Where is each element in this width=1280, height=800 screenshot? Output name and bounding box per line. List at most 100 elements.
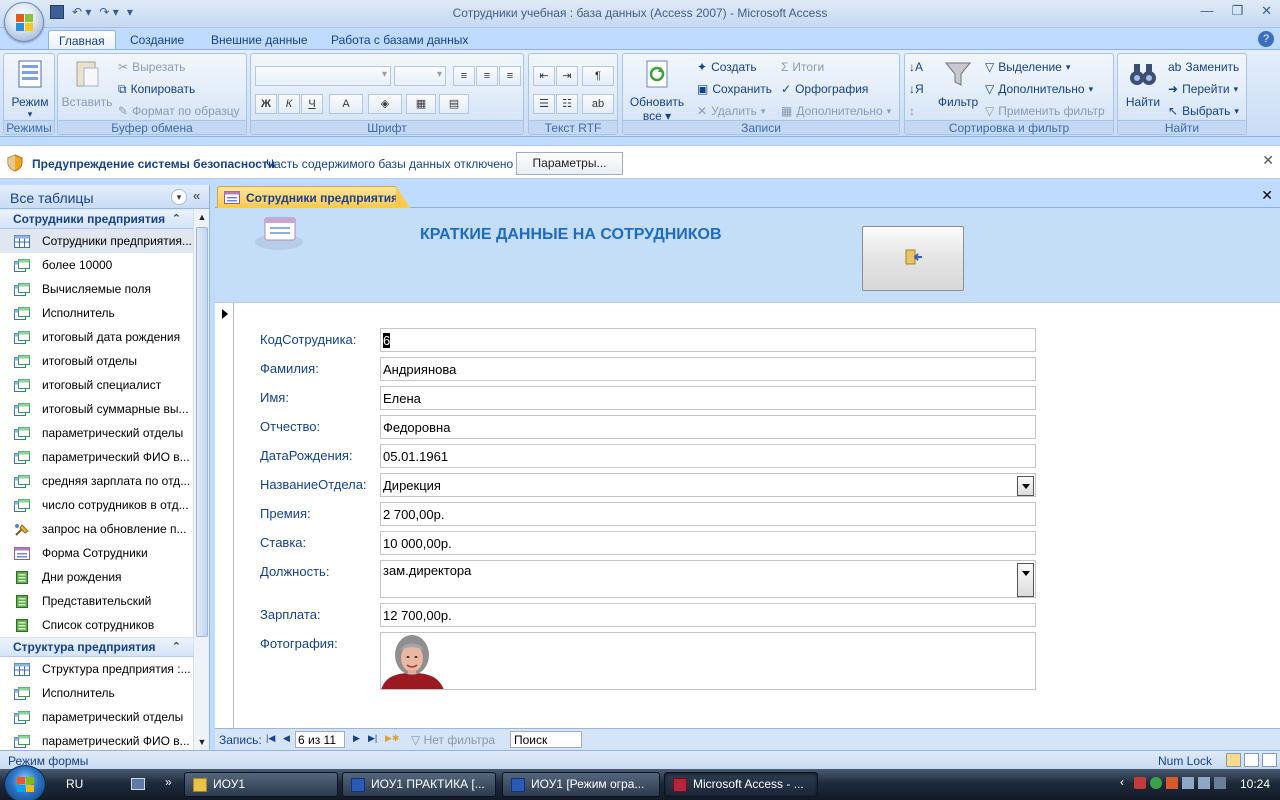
replace-button[interactable]: ab Заменить <box>1168 58 1239 76</box>
alternate-fill-button[interactable]: ▤ <box>439 94 469 114</box>
design-view-icon[interactable] <box>1262 753 1277 767</box>
first-name-field[interactable]: Елена <box>380 386 1036 410</box>
records-more-button[interactable]: ▦ Дополнительно ▾ <box>781 102 891 120</box>
taskbar-item-word-2[interactable]: ИОУ1 [Режим огра... <box>502 772 660 797</box>
fill-color-button[interactable]: ◈ <box>368 94 402 114</box>
align-left-button[interactable]: ≡ <box>453 66 475 86</box>
nav-item[interactable]: Вычисляемые поля <box>0 277 193 301</box>
close-form-button[interactable] <box>862 226 964 291</box>
filter-button[interactable]: Фильтр <box>933 58 983 109</box>
first-record-icon[interactable]: |◀ <box>266 733 275 744</box>
no-filter-indicator[interactable]: ▽ Нет фильтра <box>411 733 495 747</box>
clear-sort-button[interactable]: ↕ <box>909 102 915 120</box>
usb-icon[interactable] <box>1214 777 1226 789</box>
volume-icon[interactable] <box>1198 777 1210 789</box>
decrease-indent-button[interactable]: ⇤ <box>533 66 555 86</box>
position-dropdown-icon[interactable] <box>1017 563 1034 597</box>
record-search-input[interactable]: Поиск <box>510 731 582 748</box>
chevron-up-icon[interactable]: ⌃ <box>172 210 181 229</box>
nav-item[interactable]: параметрический ФИО в... <box>0 729 193 750</box>
nav-pane-collapse-icon[interactable]: « <box>193 188 200 203</box>
save-record-button[interactable]: ▣ Сохранить <box>697 80 772 98</box>
nav-group-header[interactable]: Сотрудники предприятия ⌃ <box>0 209 193 229</box>
sort-descending-button[interactable]: ↓Я <box>909 80 924 98</box>
highlight-button[interactable]: ab <box>582 94 614 114</box>
nav-item[interactable]: Список сотрудников <box>0 613 193 637</box>
employee-id-field[interactable]: 6 <box>380 328 1036 352</box>
nav-pane-header[interactable]: Все таблицы ▾ « <box>0 185 209 209</box>
sort-ascending-button[interactable]: ↓A <box>909 58 923 76</box>
align-center-button[interactable]: ≡ <box>476 66 498 86</box>
show-desktop-icon[interactable] <box>131 778 145 790</box>
cut-button[interactable]: ✂ Вырезать <box>118 58 185 76</box>
nav-pane-menu-icon[interactable]: ▾ <box>171 189 187 205</box>
find-button[interactable]: Найти <box>1120 58 1166 109</box>
selection-button[interactable]: ▽ Выделение ▾ <box>985 58 1070 76</box>
nav-item[interactable]: Структура предприятия :... <box>0 657 193 681</box>
nav-item[interactable]: итоговый отделы <box>0 349 193 373</box>
scroll-up-icon[interactable]: ▲ <box>194 209 209 225</box>
rate-field[interactable]: 10 000,00р. <box>380 531 1036 555</box>
nav-item[interactable]: Дни рождения <box>0 565 193 589</box>
help-icon[interactable]: ? <box>1258 31 1274 47</box>
antivirus-icon[interactable] <box>1134 777 1146 789</box>
department-combo[interactable]: Дирекция <box>380 473 1036 497</box>
clock[interactable]: 10:24 <box>1240 777 1270 791</box>
security-bar-close-icon[interactable]: ✕ <box>1262 152 1274 169</box>
view-button[interactable]: Режим ▾ <box>8 58 52 120</box>
last-name-field[interactable]: Андриянова <box>380 357 1036 381</box>
security-options-button[interactable]: Параметры... <box>516 152 623 175</box>
bullets-button[interactable]: ☰ <box>533 94 555 114</box>
spelling-button[interactable]: ✓ Орфография <box>781 80 868 98</box>
start-button[interactable] <box>4 765 46 800</box>
totals-button[interactable]: Σ Итоги <box>781 58 824 76</box>
nav-item[interactable]: Исполнитель <box>0 301 193 325</box>
scroll-down-icon[interactable]: ▼ <box>194 734 209 750</box>
underline-button[interactable]: Ч <box>301 94 323 114</box>
security-center-icon[interactable] <box>1166 777 1178 789</box>
birth-date-field[interactable]: 05.01.1961 <box>380 444 1036 468</box>
close-button[interactable]: ✕ <box>1261 3 1272 19</box>
nav-item[interactable]: параметрический отделы <box>0 705 193 729</box>
nav-item[interactable]: Форма Сотрудники <box>0 541 193 565</box>
document-tab[interactable]: Сотрудники предприятия <box>217 186 410 208</box>
language-indicator[interactable]: RU <box>66 777 83 791</box>
nav-item[interactable]: параметрический ФИО в... <box>0 445 193 469</box>
nav-item[interactable]: число сотрудников в отд... <box>0 493 193 517</box>
nav-item[interactable]: Представительский <box>0 589 193 613</box>
datasheet-view-icon[interactable] <box>1244 753 1259 767</box>
network-status-icon[interactable] <box>1150 777 1162 789</box>
new-record-nav-icon[interactable]: ▶✱ <box>385 733 399 744</box>
current-record-field[interactable]: 6 из 11 <box>295 731 345 748</box>
patronymic-field[interactable]: Федоровна <box>380 415 1036 439</box>
nav-item[interactable]: Сотрудники предприятия... <box>0 229 193 253</box>
nav-item[interactable]: Исполнитель <box>0 681 193 705</box>
bonus-field[interactable]: 2 700,00р. <box>380 502 1036 526</box>
apply-filter-button[interactable]: ▽ Применить фильтр <box>985 102 1105 120</box>
taskbar-item-word-1[interactable]: ИОУ1 ПРАКТИКА [... <box>342 772 496 797</box>
nav-item[interactable]: средняя зарплата по отд... <box>0 469 193 493</box>
department-dropdown-icon[interactable] <box>1017 476 1034 496</box>
paragraph-button[interactable]: ¶ <box>582 66 614 86</box>
bold-button[interactable]: Ж <box>255 94 277 114</box>
nav-item[interactable]: итоговый специалист <box>0 373 193 397</box>
record-selector[interactable] <box>215 303 234 728</box>
restore-button[interactable]: ❐ <box>1231 3 1243 19</box>
nav-item[interactable]: параметрический отделы <box>0 421 193 445</box>
goto-button[interactable]: ➜ Перейти ▾ <box>1168 80 1238 98</box>
last-record-icon[interactable]: ▶| <box>368 733 377 744</box>
increase-indent-button[interactable]: ⇥ <box>556 66 578 86</box>
taskbar-item-access[interactable]: Microsoft Access - ... <box>664 772 818 797</box>
nav-group-header[interactable]: Структура предприятия ⌃ <box>0 637 193 657</box>
new-record-button[interactable]: ✦ Создать <box>697 58 757 76</box>
format-painter-button[interactable]: ✎ Формат по образцу <box>118 102 240 120</box>
taskbar-item-folder[interactable]: ИОУ1 <box>184 772 338 797</box>
monitor-icon[interactable] <box>1182 777 1194 789</box>
position-combo[interactable]: зам.директора <box>380 560 1036 598</box>
next-record-icon[interactable]: ▶ <box>353 733 360 744</box>
gridlines-button[interactable]: ▦ <box>406 94 436 114</box>
minimize-button[interactable]: — <box>1200 3 1213 19</box>
numbering-button[interactable]: ☷ <box>556 94 578 114</box>
font-color-button[interactable]: A <box>329 94 363 114</box>
chevron-up-icon[interactable]: ⌃ <box>172 638 181 657</box>
